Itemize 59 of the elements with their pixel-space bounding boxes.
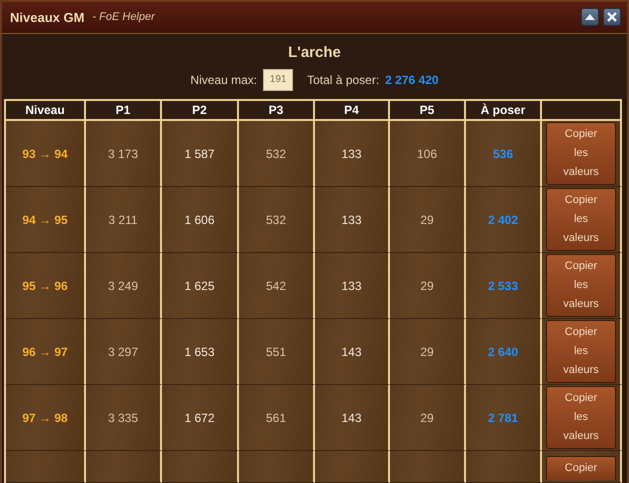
column-header: P2 bbox=[162, 99, 239, 121]
table-cell: 1 587 bbox=[162, 121, 239, 187]
copy-values-button[interactable]: Copier les valeurs bbox=[546, 188, 616, 251]
table-cell: 536 bbox=[466, 121, 542, 187]
table-cell: 1 653 bbox=[162, 319, 239, 385]
building-title: L'arche bbox=[288, 43, 341, 64]
close-button[interactable] bbox=[603, 8, 621, 26]
window-subtitle: - FoE Helper bbox=[92, 10, 155, 26]
column-header: P1 bbox=[86, 99, 162, 121]
table-cell: 143 bbox=[315, 385, 390, 451]
max-level-field[interactable]: 191 bbox=[263, 68, 294, 91]
copy-values-button[interactable]: Copier les valeurs bbox=[546, 254, 616, 317]
triangle-icon bbox=[585, 14, 595, 20]
table-cell: 29 bbox=[390, 187, 466, 253]
table-cell: 29 bbox=[390, 319, 466, 385]
table-cell: 133 bbox=[315, 187, 390, 253]
minimize-button[interactable] bbox=[581, 8, 599, 26]
table-cell: 29 bbox=[390, 253, 466, 319]
table-cell: 3 297 bbox=[86, 319, 162, 385]
total-value: 2 276 420 bbox=[385, 72, 439, 89]
table-cell: 2 640 bbox=[466, 319, 542, 385]
table-cell: 3 249 bbox=[86, 253, 162, 319]
column-header: Niveau bbox=[6, 99, 86, 121]
column-header: P3 bbox=[239, 99, 315, 121]
max-level-label: Niveau max: bbox=[190, 72, 258, 89]
column-header: P5 bbox=[390, 99, 466, 121]
table-cell: 551 bbox=[239, 319, 315, 385]
column-header: P4 bbox=[315, 99, 390, 121]
table-cell: 133 bbox=[315, 121, 390, 187]
level-range-cell: 93 → 94 bbox=[6, 121, 86, 187]
table-cell: 561 bbox=[239, 385, 315, 451]
copy-values-button[interactable]: Copier les valeurs bbox=[546, 320, 616, 383]
level-range-cell: 97 → 98 bbox=[6, 385, 86, 451]
table-cell: 1 625 bbox=[162, 253, 239, 319]
table-cell: 2 533 bbox=[466, 253, 542, 319]
table-cell: 1 672 bbox=[162, 385, 239, 451]
close-icon bbox=[607, 12, 617, 22]
table-cell: 532 bbox=[239, 187, 315, 253]
copy-values-button[interactable]: Copier bbox=[546, 456, 616, 480]
table-cell: 29 bbox=[390, 385, 466, 451]
table-cell: 3 173 bbox=[86, 121, 162, 187]
table-cell: 2 402 bbox=[466, 187, 542, 253]
table-cell: 2 781 bbox=[466, 385, 542, 451]
window-title: Niveaux GM bbox=[10, 8, 84, 27]
level-range-cell: 95 → 96 bbox=[6, 253, 86, 319]
table-cell: 3 335 bbox=[86, 385, 162, 451]
total-label: Total à poser: bbox=[307, 72, 380, 89]
table-cell: 532 bbox=[239, 121, 315, 187]
table-cell: 3 211 bbox=[86, 187, 162, 253]
table-cell: 1 606 bbox=[162, 187, 239, 253]
level-range-cell: 96 → 97 bbox=[6, 319, 86, 385]
table-cell: 133 bbox=[315, 253, 390, 319]
copy-values-button[interactable]: Copier les valeurs bbox=[546, 122, 616, 185]
table-cell: 542 bbox=[239, 253, 315, 319]
table-cell: 106 bbox=[390, 121, 466, 187]
level-range-cell: 94 → 95 bbox=[6, 187, 86, 253]
column-header: À poser bbox=[466, 99, 542, 121]
copy-values-button[interactable]: Copier les valeurs bbox=[546, 386, 616, 449]
table-cell: 143 bbox=[315, 319, 390, 385]
